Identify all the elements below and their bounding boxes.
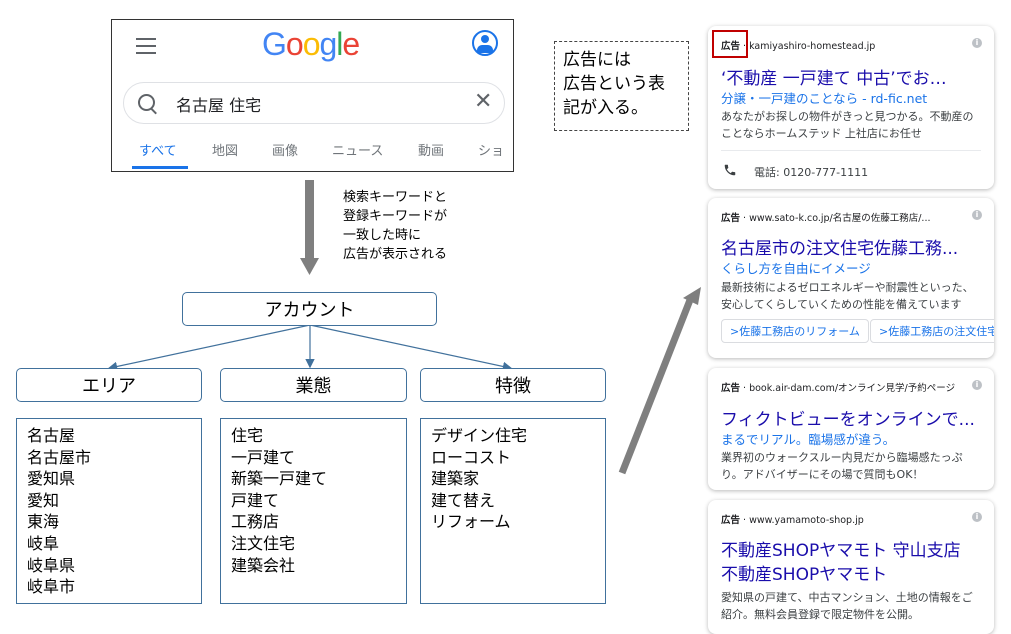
sitelink-chip[interactable]: >佐藤工務店のリフォーム [721,319,869,343]
keyword: 住宅 [231,426,264,445]
ad-subtitle[interactable]: 分譲・一戸建のことなら - rd-fic.net [721,88,927,107]
ad-title[interactable]: 名古屋市の注文住宅佐藤工務... [721,234,986,259]
keyword: 岐阜 [27,533,60,553]
ad-label: 広告 [721,383,741,394]
ad-subtitle[interactable]: まるでリアル。臨場感が違う。 [721,429,895,448]
ad-card[interactable]: 広告 · book.air-dam.com/オンライン見学/予約ページ i フィ… [708,368,994,490]
ad-subtitle[interactable]: くらし方を自由にイメージ [721,258,871,277]
keyword: 建築会社 [231,555,296,575]
keyword: 注文住宅 [231,533,296,553]
keyword: 岐阜市 [27,577,76,597]
ad-url[interactable]: www.yamamoto-shop.jp [749,515,864,526]
keyword: 工務店 [231,512,280,532]
keyword: 戸建て [231,490,280,510]
category-feature: 特徴 [420,368,606,402]
ad-label: 広告 [721,515,741,526]
keyword: 岐阜県 [27,555,76,575]
ad-label-highlight [712,30,748,58]
ad-phone[interactable]: 電話: 0120-777-1111 [754,164,868,180]
keyword: リフォーム [431,512,511,532]
category-area: エリア [16,368,202,402]
keyword: 愛知県 [27,469,76,489]
down-arrow-shaft [305,180,314,260]
info-icon[interactable]: i [972,380,982,390]
ad-url[interactable]: kamiyashiro-homestead.jp [749,41,875,52]
ad-card[interactable]: 広告 · www.yamamoto-shop.jp i 不動産SHOPヤマモト … [708,500,994,634]
keyword: 建て替え [431,490,496,510]
keyword: ローコスト [431,447,512,467]
ad-description: 愛知県の戸建て、中古マンション、土地の情報をご紹介。無料会員登録で限定物件を公開… [721,591,973,621]
keyword: 一戸建て [231,447,296,467]
ad-url[interactable]: www.sato-k.co.jp/名古屋の佐藤工務店/... [749,213,930,224]
diagonal-arrow-shaft [618,298,694,475]
keyword-list-area: 名古屋 名古屋市 愛知県 愛知 東海 岐阜 岐阜県 岐阜市 [16,418,202,604]
keyword: 新築一戸建て [231,469,328,489]
info-icon[interactable]: i [972,512,982,522]
keyword: デザイン住宅 [431,426,528,445]
ad-description: 業界初のウォークスルー内見だから臨場感たっぷり。アドバイザーにその場で質問もOK… [721,451,963,481]
ad-meta: 広告 · book.air-dam.com/オンライン見学/予約ページ [721,383,956,394]
down-arrow-head [300,258,319,275]
keyword: 名古屋市 [27,447,92,467]
sitelink-chip[interactable]: >佐藤工務店の注文住宅 [870,319,994,343]
ad-url[interactable]: book.air-dam.com/オンライン見学/予約ページ [749,383,955,394]
account-node: アカウント [182,292,437,326]
ad-card[interactable]: 広告 · www.sato-k.co.jp/名古屋の佐藤工務店/... i 名古… [708,198,994,358]
link-area [107,324,311,372]
phone-icon[interactable] [723,163,737,177]
ad-meta: 広告 · www.yamamoto-shop.jp [721,515,864,526]
keyword-list-business: 住宅 一戸建て 新築一戸建て 戸建て 工務店 注文住宅 建築会社 [220,418,407,604]
ad-card[interactable]: 広告 · kamiyashiro-homestead.jp i ‘不動産 一戸建… [708,26,994,189]
ad-label: 広告 [721,213,741,224]
ad-title[interactable]: ‘不動産 一戸建て 中古’でお… [721,64,986,89]
ad-title-line2[interactable]: 不動産SHOPヤマモト [721,560,986,585]
keyword: 東海 [27,512,60,532]
ad-description: 最新技術によるゼロエネルギーや耐震性といった、安心してくらしていくための性能を備… [721,281,974,311]
ad-title[interactable]: フィクトビューをオンラインで... [721,405,986,430]
keyword: 建築家 [431,469,480,489]
info-icon[interactable]: i [972,38,982,48]
ad-meta: 広告 · www.sato-k.co.jp/名古屋の佐藤工務店/... [721,213,931,224]
category-business: 業態 [220,368,407,402]
info-icon[interactable]: i [972,210,982,220]
flow-note: 検索キーワードと 登録キーワードが 一致した時に 広告が表示される [343,190,448,262]
ad-title[interactable]: 不動産SHOPヤマモト 守山支店 [721,536,986,561]
keyword-list-feature: デザイン住宅 ローコスト 建築家 建て替え リフォーム [420,418,606,604]
keyword: 愛知 [27,490,60,510]
ad-label-note: 広告には 広告という表 記が入る。 [554,41,689,131]
link-feature [309,324,513,372]
ad-description: あなたがお探しの物件がきっと見つかる。不動産のことならホームステッド 上社店にお… [721,110,974,140]
divider [721,150,981,151]
keyword: 名古屋 [27,426,76,445]
